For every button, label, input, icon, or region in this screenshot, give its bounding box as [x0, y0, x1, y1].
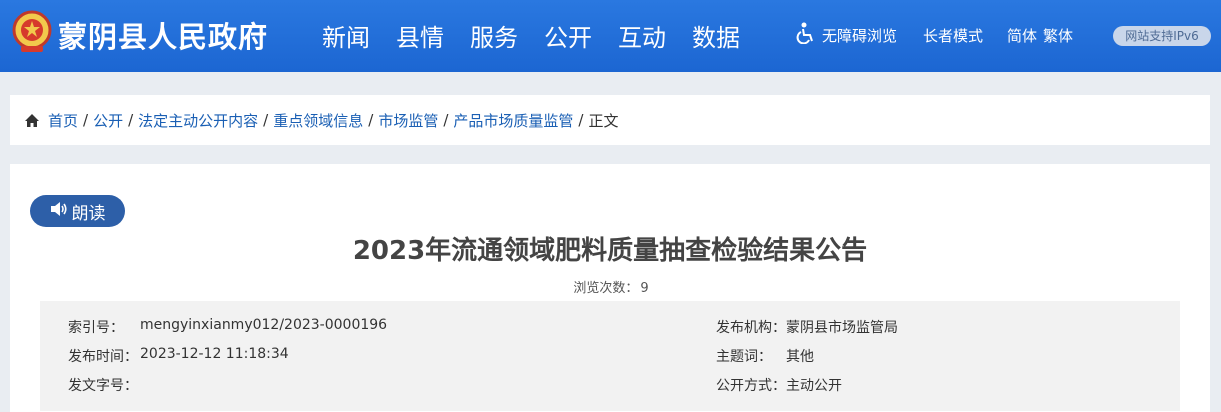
breadcrumb-home[interactable]: 首页: [48, 110, 78, 131]
nav-news[interactable]: 新闻: [322, 18, 370, 53]
breadcrumb-product-quality[interactable]: 产品市场质量监管: [453, 110, 573, 131]
breadcrumb-separator: /: [83, 111, 89, 129]
article-card: 朗读 2023年流通领域肥料质量抽查检验结果公告 浏览次数： 9 索引号： men…: [10, 164, 1210, 412]
metadata-row: 发文字号： 公开方式： 主动公开: [40, 375, 1180, 395]
breadcrumb-separator: /: [578, 111, 584, 129]
publish-time-label: 发布时间：: [68, 349, 138, 365]
breadcrumb-separator: /: [443, 111, 449, 129]
breadcrumb: 首页 / 公开 / 法定主动公开内容 / 重点领域信息 / 市场监管 / 产品市…: [10, 95, 1210, 145]
nav-data[interactable]: 数据: [692, 18, 740, 53]
subject-label: 主题词：: [716, 349, 772, 365]
nav-disclosure[interactable]: 公开: [544, 18, 592, 53]
view-count-value: 9: [640, 281, 649, 296]
breadcrumb-current: 正文: [588, 111, 619, 130]
accessibility-label: 无障碍浏览: [822, 26, 898, 45]
publish-time-value: 2023-12-12 11:18:34: [140, 346, 289, 362]
nav-interaction[interactable]: 互动: [618, 18, 666, 53]
document-number-label: 发文字号：: [68, 378, 138, 394]
header-tools: 无障碍浏览 长者模式 简体 繁体: [796, 22, 1073, 48]
breadcrumb-market-supervision[interactable]: 市场监管: [378, 110, 438, 131]
site-title[interactable]: 蒙阴县人民政府: [58, 14, 268, 56]
speaker-icon: [50, 201, 72, 222]
metadata-row: 索引号： mengyinxianmy012/2023-0000196 发布机构：…: [40, 317, 1180, 337]
read-aloud-button[interactable]: 朗读: [30, 195, 125, 227]
view-count-label: 浏览次数：: [573, 281, 639, 296]
read-aloud-label: 朗读: [71, 203, 106, 224]
main-nav: 新闻 县情 服务 公开 互动 数据: [322, 18, 766, 53]
index-number-value: mengyinxianmy012/2023-0000196: [140, 317, 388, 333]
ipv6-badge: 网站支持IPv6: [1113, 26, 1211, 46]
breadcrumb-separator: /: [263, 111, 269, 129]
metadata-row: 发布时间： 2023-12-12 11:18:34 主题词： 其他: [40, 346, 1180, 366]
site-header: 蒙阴县人民政府 新闻 县情 服务 公开 互动 数据 无障碍浏览 长者模式 简体 …: [0, 0, 1221, 72]
wheelchair-icon: [796, 22, 822, 48]
view-count: 浏览次数： 9: [10, 277, 1210, 296]
disclosure-method-value: 主动公开: [786, 378, 842, 394]
publisher-value: 蒙阴县市场监管局: [786, 320, 898, 336]
elder-mode-link[interactable]: 长者模式: [923, 25, 983, 46]
home-icon: [24, 113, 40, 128]
publisher-label: 发布机构：: [716, 320, 786, 336]
breadcrumb-disclosure[interactable]: 公开: [93, 110, 123, 131]
national-emblem-logo[interactable]: [12, 10, 52, 54]
nav-county-info[interactable]: 县情: [396, 18, 444, 53]
traditional-chinese-link[interactable]: 繁体: [1043, 25, 1073, 46]
index-number-label: 索引号：: [68, 320, 124, 336]
disclosure-method-label: 公开方式：: [716, 378, 786, 394]
breadcrumb-separator: /: [368, 111, 374, 129]
breadcrumb-key-areas[interactable]: 重点领域信息: [273, 110, 363, 131]
simplified-chinese-link[interactable]: 简体: [1007, 25, 1037, 46]
subject-value: 其他: [786, 349, 814, 365]
breadcrumb-statutory-content[interactable]: 法定主动公开内容: [138, 110, 258, 131]
nav-services[interactable]: 服务: [470, 18, 518, 53]
breadcrumb-separator: /: [128, 111, 134, 129]
accessibility-link[interactable]: 无障碍浏览: [796, 22, 897, 48]
metadata-panel: 索引号： mengyinxianmy012/2023-0000196 发布机构：…: [40, 301, 1180, 411]
article-title: 2023年流通领域肥料质量抽查检验结果公告: [352, 236, 868, 266]
